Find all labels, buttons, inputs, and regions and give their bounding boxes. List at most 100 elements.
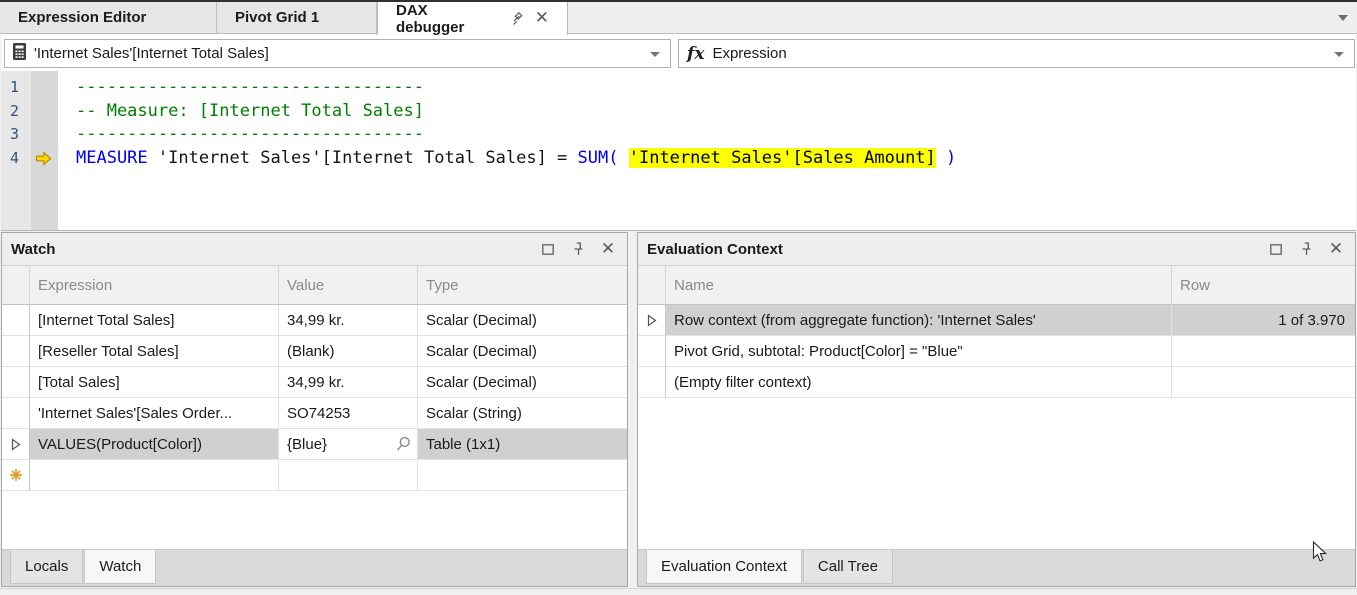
type-cell[interactable]: Scalar (Decimal) xyxy=(418,367,627,398)
document-tabbar: Expression Editor Pivot Grid 1 DAX debug… xyxy=(0,2,1357,34)
code-segment-highlight: 'Internet Sales'[Sales Amount] xyxy=(629,148,936,168)
evaluation-context-title: Evaluation Context xyxy=(647,241,783,258)
breakpoint-slot[interactable] xyxy=(31,76,58,100)
value-cell[interactable] xyxy=(279,460,418,491)
row-selector-cell[interactable] xyxy=(2,398,30,429)
code-line[interactable]: ---------------------------------- xyxy=(76,123,1356,147)
watch-table-row[interactable] xyxy=(2,460,627,491)
row-count-cell[interactable]: 1 of 3.970 xyxy=(1172,305,1355,336)
column-header-value[interactable]: Value xyxy=(279,266,418,305)
type-cell[interactable]: Scalar (String) xyxy=(418,398,627,429)
magnifier-icon[interactable] xyxy=(396,436,411,456)
code-line[interactable]: MEASURE 'Internet Sales'[Internet Total … xyxy=(76,147,1356,171)
code-segment-comment: ---------------------------------- xyxy=(76,77,424,97)
tab-overflow-chevron-icon[interactable] xyxy=(1338,15,1348,21)
code-segment-keyword: ) xyxy=(946,148,956,168)
name-cell[interactable]: Row context (from aggregate function): '… xyxy=(666,305,1172,336)
evaluation-context-row[interactable]: Pivot Grid, subtotal: Product[Color] = "… xyxy=(638,336,1355,367)
close-icon[interactable]: ✕ xyxy=(1327,240,1345,258)
row-selector-cell[interactable] xyxy=(2,367,30,398)
tab-watch[interactable]: Watch xyxy=(84,550,156,584)
type-cell[interactable]: Scalar (Decimal) xyxy=(418,336,627,367)
value-cell[interactable]: 34,99 kr. xyxy=(279,305,418,336)
evaluation-context-grid: Name Row Row context (from aggregate fun… xyxy=(638,266,1355,549)
expression-cell[interactable]: VALUES(Product[Color]) xyxy=(30,429,279,460)
value-cell[interactable]: (Blank) xyxy=(279,336,418,367)
code-area[interactable]: ---------------------------------- -- Mea… xyxy=(58,71,1356,230)
row-count-cell[interactable] xyxy=(1172,336,1355,367)
tab-label: DAX debugger xyxy=(396,2,500,36)
value-cell[interactable]: {Blue} xyxy=(279,429,418,460)
column-header-name[interactable]: Name xyxy=(666,266,1172,305)
watch-table-row[interactable]: [Reseller Total Sales](Blank)Scalar (Dec… xyxy=(2,336,627,367)
tab-locals[interactable]: Locals xyxy=(10,550,83,584)
code-segment-comment: -- Measure: [Internet Total Sales] xyxy=(76,101,424,121)
code-line[interactable]: ---------------------------------- xyxy=(76,76,1356,100)
evaluation-context-tabstrip: Evaluation Context Call Tree xyxy=(638,549,1355,586)
breakpoint-slot[interactable] xyxy=(31,123,58,147)
watch-table-row[interactable]: 'Internet Sales'[Sales Order...SO74253Sc… xyxy=(2,398,627,429)
dax-code-editor[interactable]: 1234 -----------------------------------… xyxy=(1,71,1356,231)
name-cell[interactable]: Pivot Grid, subtotal: Product[Color] = "… xyxy=(666,336,1172,367)
tab-expression-editor[interactable]: Expression Editor xyxy=(0,2,217,33)
tab-evaluation-context[interactable]: Evaluation Context xyxy=(646,550,802,584)
code-segment-plain: 'Internet Sales'[Internet Total Sales] = xyxy=(148,148,578,168)
row-selector-cell[interactable] xyxy=(638,367,666,398)
expression-cell[interactable]: 'Internet Sales'[Sales Order... xyxy=(30,398,279,429)
tab-dax-debugger[interactable]: DAX debugger ✕ xyxy=(377,2,568,35)
tab-call-tree[interactable]: Call Tree xyxy=(803,550,893,584)
row-selector-cell[interactable] xyxy=(2,305,30,336)
breakpoint-margin[interactable] xyxy=(31,71,58,230)
watch-table-row[interactable]: [Internet Total Sales]34,99 kr.Scalar (D… xyxy=(2,305,627,336)
expression-cell[interactable]: [Total Sales] xyxy=(30,367,279,398)
column-header-row[interactable]: Row xyxy=(1172,266,1355,305)
row-selector-cell[interactable] xyxy=(2,460,30,491)
watch-table-row[interactable]: [Total Sales]34,99 kr.Scalar (Decimal) xyxy=(2,367,627,398)
dax-debugger-window: Expression Editor Pivot Grid 1 DAX debug… xyxy=(0,0,1357,595)
expression-cell[interactable] xyxy=(30,460,279,491)
current-statement-arrow-icon[interactable] xyxy=(31,147,58,171)
watch-panel-title: Watch xyxy=(11,241,55,258)
debugger-toolbar: 'Internet Sales'[Internet Total Sales] f… xyxy=(1,34,1356,71)
evaluation-context-header: Evaluation Context ✕ xyxy=(638,233,1355,266)
close-icon[interactable]: ✕ xyxy=(535,10,549,27)
watch-table-row[interactable]: VALUES(Product[Color]){Blue}Table (1x1) xyxy=(2,429,627,460)
type-cell[interactable] xyxy=(418,460,627,491)
row-count-cell[interactable] xyxy=(1172,367,1355,398)
watch-grid: Expression Value Type [Internet Total Sa… xyxy=(2,266,627,549)
value-cell[interactable]: 34,99 kr. xyxy=(279,367,418,398)
value-cell[interactable]: SO74253 xyxy=(279,398,418,429)
maximize-icon[interactable] xyxy=(539,240,557,258)
pin-icon[interactable] xyxy=(512,12,525,26)
chevron-down-icon[interactable] xyxy=(1334,52,1344,57)
type-cell[interactable]: Scalar (Decimal) xyxy=(418,305,627,336)
code-line[interactable]: -- Measure: [Internet Total Sales] xyxy=(76,100,1356,124)
column-header-expression[interactable]: Expression xyxy=(30,266,279,305)
row-selector-cell[interactable] xyxy=(638,305,666,336)
evaluation-context-row[interactable]: Row context (from aggregate function): '… xyxy=(638,305,1355,336)
row-selector-cell[interactable] xyxy=(2,429,30,460)
expression-cell[interactable]: [Internet Total Sales] xyxy=(30,305,279,336)
expression-selector-combobox[interactable]: fx Expression xyxy=(678,39,1355,68)
expression-cell[interactable]: [Reseller Total Sales] xyxy=(30,336,279,367)
row-selector-cell[interactable] xyxy=(638,336,666,367)
column-header-type[interactable]: Type xyxy=(418,266,627,305)
row-marker-icon xyxy=(11,438,21,451)
pin-icon[interactable] xyxy=(1297,240,1315,258)
evaluation-context-row[interactable]: (Empty filter context) xyxy=(638,367,1355,398)
tab-pivot-grid-1[interactable]: Pivot Grid 1 xyxy=(217,2,377,33)
type-cell[interactable]: Table (1x1) xyxy=(418,429,627,460)
tab-label: Pivot Grid 1 xyxy=(235,9,319,26)
chevron-down-icon[interactable] xyxy=(650,52,660,57)
line-number: 4 xyxy=(1,147,31,171)
close-icon[interactable]: ✕ xyxy=(599,240,617,258)
measure-selector-combobox[interactable]: 'Internet Sales'[Internet Total Sales] xyxy=(4,39,671,68)
row-selector-cell[interactable] xyxy=(2,336,30,367)
breakpoint-slot[interactable] xyxy=(31,100,58,124)
line-number: 2 xyxy=(1,100,31,124)
pin-icon[interactable] xyxy=(569,240,587,258)
code-segment-comment: ---------------------------------- xyxy=(76,124,424,144)
name-cell[interactable]: (Empty filter context) xyxy=(666,367,1172,398)
evaluation-context-panel: Evaluation Context ✕ Name Row Row contex… xyxy=(637,232,1356,587)
maximize-icon[interactable] xyxy=(1267,240,1285,258)
